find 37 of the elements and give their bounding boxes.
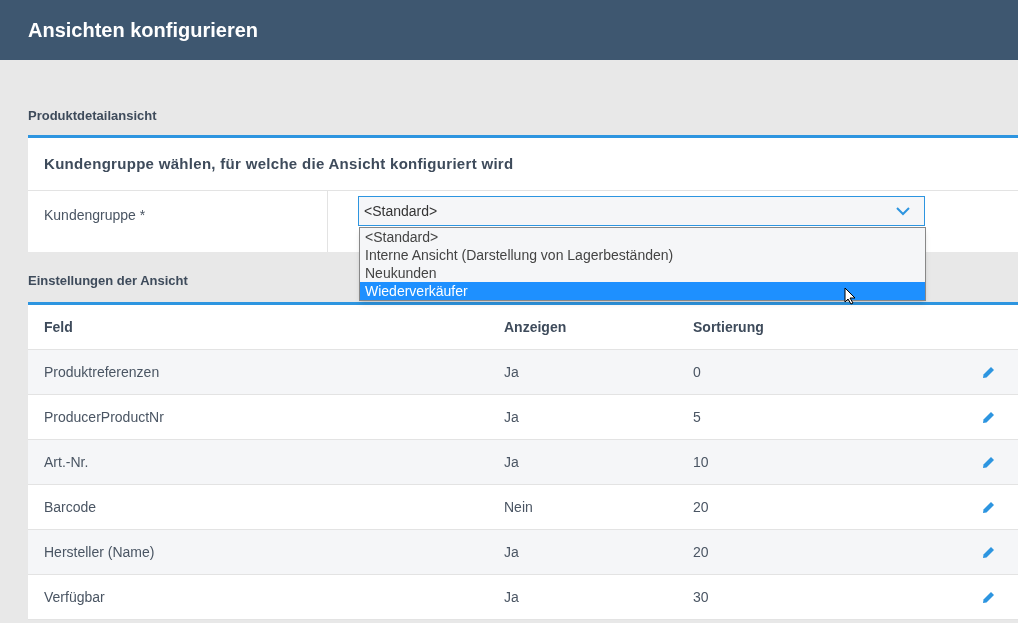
column-header: Sortierung [693,319,764,335]
table-cell: 10 [693,454,709,470]
pencil-icon[interactable] [982,455,995,469]
field-label: Kundengruppe * [44,207,146,223]
table-cell: Hersteller (Name) [44,544,155,560]
table-cell: Ja [504,544,519,560]
table-cell: Ja [504,454,519,470]
pencil-icon[interactable] [982,365,995,379]
section-label: Produktdetailansicht [28,108,157,123]
pencil-icon[interactable] [982,590,995,604]
section-label: Einstellungen der Ansicht [28,273,188,288]
dropdown-option[interactable]: <Standard> [360,228,925,246]
table-cell: Nein [504,499,533,515]
table-cell: Art.-Nr. [44,454,89,470]
table-cell: 20 [693,544,709,560]
table-cell: Ja [504,589,519,605]
dropdown-option[interactable]: Interne Ansicht (Darstellung von Lagerbeständen) [360,246,925,264]
dropdown-option[interactable]: Neukunden [360,264,925,282]
pencil-icon[interactable] [982,410,995,424]
column-header: Anzeigen [504,319,567,335]
pencil-icon[interactable] [982,545,995,559]
table-cell: 0 [693,364,701,380]
card-title: Kundengruppe wählen, für welche die Ansicht konfiguriert wird [44,153,514,174]
table-cell: Ja [504,364,519,380]
table-cell: Verfügbar [44,589,105,605]
table-cell: 5 [693,409,701,425]
customer-group-select[interactable]: <Standard> [358,196,925,226]
table-cell: Ja [504,409,519,425]
page-title: Ansichten konfigurieren [28,18,259,43]
table-cell: 30 [693,589,709,605]
table-cell: Barcode [44,499,97,515]
table-cell: Produktreferenzen [44,364,160,380]
column-header: Feld [44,319,73,335]
chevron-down-icon [895,206,911,216]
table-cell: ProducerProductNr [44,409,164,425]
pencil-icon[interactable] [982,500,995,514]
table-cell: 20 [693,499,709,515]
